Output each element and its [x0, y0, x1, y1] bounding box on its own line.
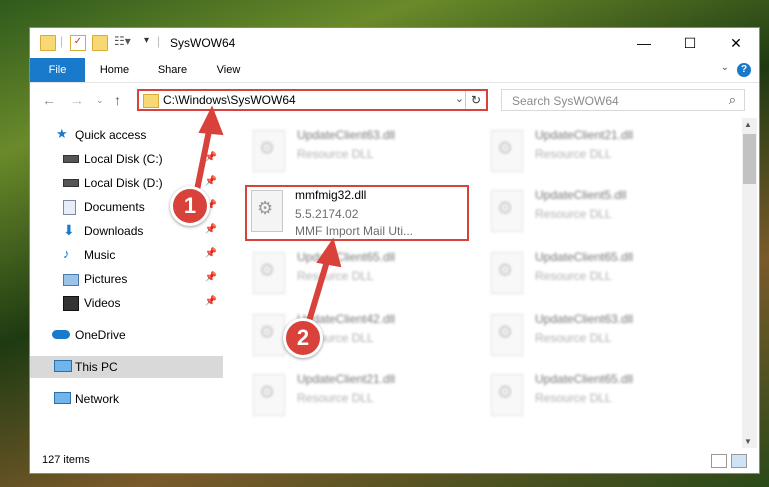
annotation-arrows	[194, 105, 342, 321]
arrow-two-head	[316, 237, 342, 268]
arrow-one-shaft	[194, 123, 213, 193]
arrow-two-shaft	[307, 255, 331, 321]
annotation-badge-two: 2	[283, 318, 323, 358]
annotation-badge-one: 1	[170, 186, 210, 226]
arrow-one-head	[198, 105, 224, 136]
